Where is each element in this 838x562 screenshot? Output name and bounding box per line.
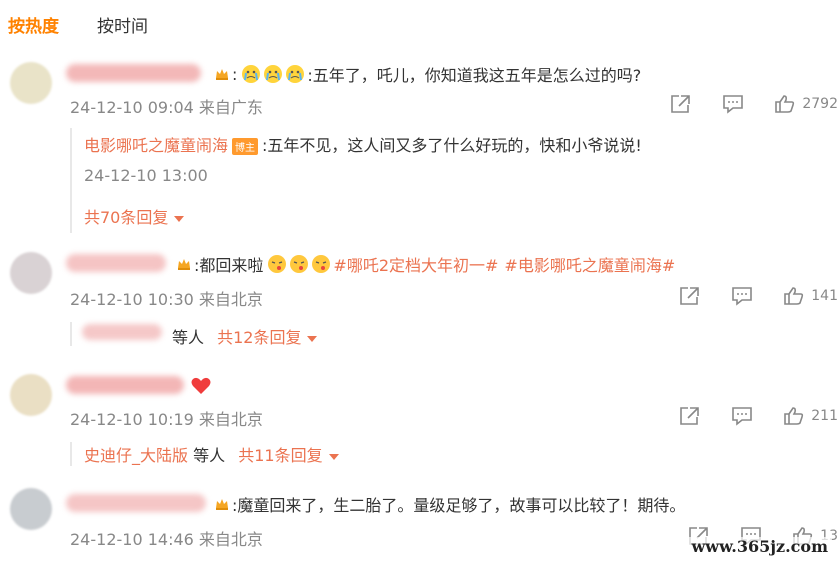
comment-location: 来自广东 xyxy=(198,98,263,117)
share-icon xyxy=(680,287,700,305)
comment-icon xyxy=(732,287,753,306)
comment-text-line: :魔童回来了，生二胎了。量级足够了，故事可以比较了！期待。 xyxy=(214,492,685,516)
comment-actions: 211 xyxy=(649,406,838,426)
more-replies-label: 共11条回复 xyxy=(238,446,323,465)
share-icon xyxy=(671,95,691,113)
reply-name[interactable]: 史迪仔_大陆版 xyxy=(84,446,188,465)
comment-location: 来自北京 xyxy=(198,290,263,309)
reply-username[interactable] xyxy=(82,324,162,340)
kiss-emoji-icon xyxy=(312,255,331,273)
avatar[interactable] xyxy=(10,488,52,530)
username[interactable] xyxy=(66,64,201,82)
like-button[interactable]: 211 xyxy=(783,406,838,426)
crown-badge-icon xyxy=(216,69,228,80)
like-count: 211 xyxy=(811,408,838,424)
comment-text: :魔童回来了，生二胎了。量级足够了，故事可以比较了！期待。 xyxy=(232,496,686,515)
comment-meta: 24-12-10 10:30 来自北京 xyxy=(70,286,263,310)
more-replies-label: 共70条回复 xyxy=(84,208,169,227)
comment-actions: 2792 xyxy=(640,94,838,114)
share-icon xyxy=(680,407,700,425)
share-button[interactable] xyxy=(670,94,692,114)
username[interactable] xyxy=(66,494,206,512)
comment-text: :都回来啦 xyxy=(194,256,264,275)
thumbs-up-icon xyxy=(784,287,804,305)
comment-icon xyxy=(723,95,744,114)
comment-button[interactable] xyxy=(731,406,753,426)
comment-time: 24-12-10 14:46 xyxy=(70,530,194,549)
reply-others: 等人 xyxy=(172,328,205,347)
comment-text-line: :都回来啦 #哪吒2定档大年初一# #电影哪吒之魔童闹海# xyxy=(176,252,675,276)
kiss-emoji-icon xyxy=(268,255,287,273)
dropdown-arrow-icon xyxy=(174,215,185,222)
comment-icon xyxy=(732,407,753,426)
reply-line: 电影哪吒之魔童闹海 博主:五年不见，这人间又多了什么好玩的，快和小爷说说! xyxy=(84,132,642,156)
comment-meta: 24-12-10 10:19 来自北京 xyxy=(70,406,263,430)
comment-text: :五年了，吒儿，你知道我这五年是怎么过的吗? xyxy=(307,66,642,85)
comment-time: 24-12-10 09:04 xyxy=(70,98,194,117)
author-badge: 博主 xyxy=(232,138,259,155)
reply-block: 史迪仔_大陆版 等人 共11条回复 xyxy=(70,442,339,466)
comment-text-line: : :五年了，吒儿，你知道我这五年是怎么过的吗? xyxy=(214,62,641,86)
tab-time[interactable]: 按时间 xyxy=(97,12,148,37)
comment-location: 来自北京 xyxy=(198,530,263,549)
comment-location: 来自北京 xyxy=(198,410,263,429)
crying-emoji-icon xyxy=(264,65,283,83)
reply-author[interactable]: 电影哪吒之魔童闹海 xyxy=(84,136,228,155)
comment-actions: 141 xyxy=(649,286,838,306)
more-replies[interactable]: 共11条回复 xyxy=(238,446,339,465)
share-button[interactable] xyxy=(679,286,701,306)
reply-block: 电影哪吒之魔童闹海 博主:五年不见，这人间又多了什么好玩的，快和小爷说说! 24-… xyxy=(70,128,642,233)
username[interactable] xyxy=(66,254,166,272)
crown-badge-icon xyxy=(178,259,190,270)
reply-summary: 等人 共12条回复 xyxy=(172,324,318,348)
hashtag-link[interactable]: #电影哪吒之魔童闹海# xyxy=(504,252,675,276)
thumbs-up-icon xyxy=(775,95,795,113)
comment-button[interactable] xyxy=(722,94,744,114)
reply-time: 24-12-10 13:00 xyxy=(84,166,208,185)
dropdown-arrow-icon xyxy=(307,335,318,342)
tab-hot[interactable]: 按热度 xyxy=(8,12,59,37)
avatar[interactable] xyxy=(10,62,52,104)
watermark: www.365jz.com xyxy=(687,537,832,556)
dropdown-arrow-icon xyxy=(328,453,339,460)
reply-block: 等人 共12条回复 xyxy=(70,322,318,347)
share-button[interactable] xyxy=(679,406,701,426)
crown-badge-icon xyxy=(216,499,228,510)
comment-meta: 24-12-10 09:04 来自广东 xyxy=(70,94,263,118)
comment-time: 24-12-10 10:30 xyxy=(70,290,194,309)
thumbs-up-icon xyxy=(784,407,804,425)
heart-icon xyxy=(191,377,211,394)
crying-emoji-icon xyxy=(242,65,261,83)
like-count: 2792 xyxy=(802,96,838,112)
comment-button[interactable] xyxy=(731,286,753,306)
like-button[interactable]: 141 xyxy=(783,286,838,306)
like-count: 141 xyxy=(811,288,838,304)
hashtag-link[interactable]: #哪吒2定档大年初一# xyxy=(333,252,498,276)
username[interactable] xyxy=(66,376,184,394)
sort-tabs: 按热度 按时间 xyxy=(8,12,148,37)
more-replies-label: 共12条回复 xyxy=(217,328,302,347)
crying-emoji-icon xyxy=(286,65,305,83)
avatar[interactable] xyxy=(10,374,52,416)
comment-time: 24-12-10 10:19 xyxy=(70,410,194,429)
more-replies[interactable]: 共70条回复 xyxy=(84,204,185,228)
avatar[interactable] xyxy=(10,252,52,294)
comment-meta: 24-12-10 14:46 来自北京 xyxy=(70,526,263,550)
like-button[interactable]: 2792 xyxy=(774,94,838,114)
more-replies[interactable]: 共12条回复 xyxy=(217,328,318,347)
kiss-emoji-icon xyxy=(290,255,309,273)
reply-others: 等人 xyxy=(193,446,226,465)
reply-text: :五年不见，这人间又多了什么好玩的，快和小爷说说! xyxy=(262,136,642,155)
reply-summary: 史迪仔_大陆版 等人 共11条回复 xyxy=(84,442,339,466)
